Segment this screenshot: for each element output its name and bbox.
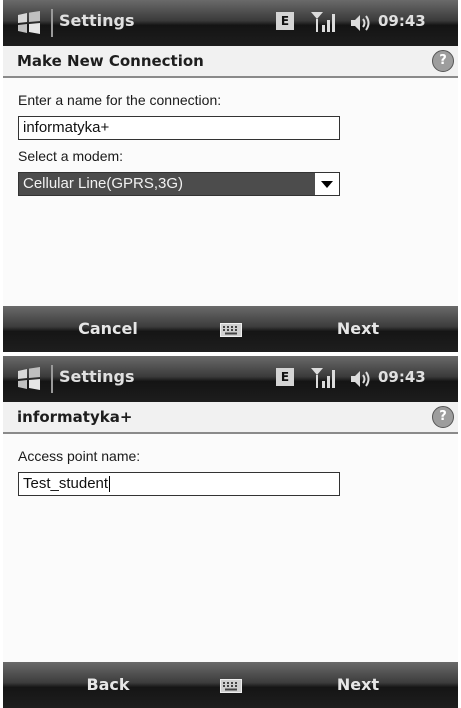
clock[interactable]: 09:43 [378,12,426,30]
keyboard-icon[interactable] [220,323,242,337]
clock[interactable]: 09:43 [378,368,426,386]
cancel-button[interactable]: Cancel [3,306,213,352]
page-title: informatyka+ [17,408,133,426]
access-point-field[interactable]: Test_student [18,472,340,496]
edge-network-badge: E [276,12,294,30]
title-bar: Settings E 09:43 [3,356,458,402]
title-bar: Settings E 09:43 [3,0,458,46]
modem-label: Select a modem: [18,148,124,164]
next-button[interactable]: Next [258,662,458,708]
connection-name-value: informatyka+ [23,119,110,136]
page-title: Make New Connection [17,52,204,70]
windows-start-icon[interactable] [15,10,43,36]
app-title: Settings [59,11,135,30]
softkey-bar: Cancel Next [3,306,458,352]
next-button[interactable]: Next [258,306,458,352]
modem-select[interactable]: Cellular Line(GPRS,3G) [18,172,340,196]
title-separator [51,9,53,37]
speaker-icon[interactable] [349,370,371,388]
softkey-bar: Back Next [3,662,458,708]
keyboard-icon[interactable] [220,679,242,693]
dropdown-arrow[interactable] [315,173,339,195]
text-caret [109,476,111,493]
edge-network-badge: E [276,368,294,386]
title-separator [51,365,53,393]
make-new-connection-screen: Settings E 09:43 Make New Connection ? E… [3,0,458,352]
app-title: Settings [59,367,135,386]
page-header: informatyka+ ? [3,402,458,434]
help-icon[interactable]: ? [432,50,454,72]
access-point-screen: Settings E 09:43 informatyka+ ? Access p… [3,356,458,708]
modem-selected-value: Cellular Line(GPRS,3G) [19,173,315,195]
speaker-icon[interactable] [349,14,371,32]
help-icon[interactable]: ? [432,406,454,428]
chevron-down-icon [321,181,333,188]
access-point-value: Test_student [23,475,109,492]
page-header: Make New Connection ? [3,46,458,78]
connection-name-label: Enter a name for the connection: [18,92,222,108]
connection-name-field[interactable]: informatyka+ [18,116,340,140]
signal-icon[interactable] [310,10,336,34]
access-point-label: Access point name: [18,448,141,464]
back-button[interactable]: Back [3,662,213,708]
signal-icon[interactable] [310,366,336,390]
windows-start-icon[interactable] [15,366,43,392]
